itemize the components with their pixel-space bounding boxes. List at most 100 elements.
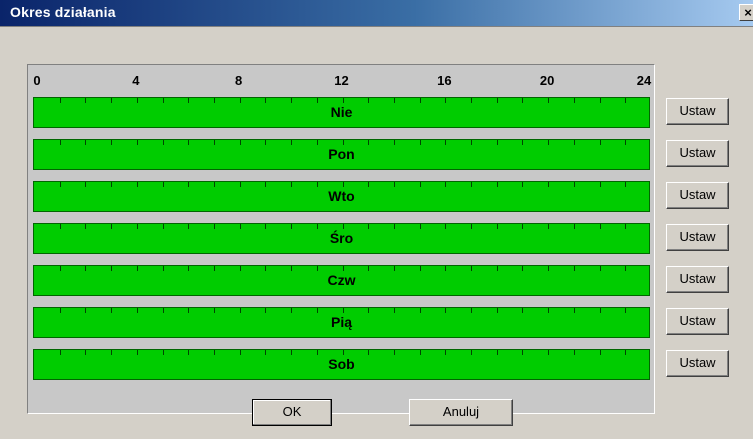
hour-tick: [419, 182, 421, 187]
hour-tick: [445, 182, 447, 187]
hour-tick: [419, 224, 421, 229]
hour-tick: [85, 350, 87, 355]
hour-tick: [573, 308, 575, 313]
hour-tick: [342, 98, 344, 103]
hour-tick: [265, 350, 267, 355]
hour-tick: [59, 350, 61, 355]
hour-tick: [522, 98, 524, 103]
day-timeline-bar[interactable]: Pon: [33, 139, 650, 170]
hour-tick: [213, 98, 215, 103]
hour-tick: [393, 308, 395, 313]
set-button[interactable]: Ustaw: [666, 140, 729, 167]
day-timeline-bar[interactable]: Czw: [33, 265, 650, 296]
hour-tick: [136, 350, 138, 355]
hour-tick: [342, 182, 344, 187]
hour-tick: [85, 224, 87, 229]
hour-tick: [471, 266, 473, 271]
hour-tick: [265, 224, 267, 229]
hour-tick: [342, 224, 344, 229]
hour-label: 8: [235, 73, 243, 88]
day-label: Pon: [328, 146, 355, 162]
hour-tick: [85, 98, 87, 103]
hour-tick: [599, 182, 601, 187]
hour-tick: [239, 98, 241, 103]
hour-tick: [111, 182, 113, 187]
hour-tick: [548, 308, 550, 313]
hour-tick: [239, 266, 241, 271]
hour-tick: [239, 308, 241, 313]
hour-tick: [445, 140, 447, 145]
hour-tick: [471, 140, 473, 145]
set-button[interactable]: Ustaw: [666, 266, 729, 293]
hour-label: 0: [33, 73, 41, 88]
hour-tick: [342, 266, 344, 271]
hour-tick: [548, 266, 550, 271]
dialog-body: 0 4 8 12 16 20 24 Nie Pon Wto Śro Czw Pią Sob Ustaw U…: [0, 27, 753, 439]
hour-tick: [213, 182, 215, 187]
hour-tick: [573, 266, 575, 271]
day-timeline-bar[interactable]: Sob: [33, 349, 650, 380]
title-bar[interactable]: Okres działania ×: [0, 0, 753, 27]
hour-tick: [393, 266, 395, 271]
hour-tick: [136, 140, 138, 145]
hour-tick: [522, 266, 524, 271]
hour-tick: [573, 224, 575, 229]
set-button[interactable]: Ustaw: [666, 182, 729, 209]
day-label: Czw: [327, 272, 356, 288]
hour-tick: [368, 266, 370, 271]
day-label: Sob: [328, 356, 355, 372]
ok-button[interactable]: OK: [252, 399, 332, 426]
set-button[interactable]: Ustaw: [666, 308, 729, 335]
hour-tick: [316, 308, 318, 313]
day-timeline-bar[interactable]: Pią: [33, 307, 650, 338]
hour-label: 4: [132, 73, 140, 88]
hour-label: 20: [539, 73, 555, 88]
hour-tick: [162, 140, 164, 145]
hour-tick: [625, 350, 627, 355]
day-timeline-bar[interactable]: Śro: [33, 223, 650, 254]
hour-tick: [342, 140, 344, 145]
day-label: Śro: [329, 230, 354, 246]
hour-tick: [471, 182, 473, 187]
hour-tick: [471, 224, 473, 229]
hour-tick: [522, 350, 524, 355]
hour-tick: [111, 140, 113, 145]
day-label: Wto: [328, 188, 355, 204]
hour-tick: [548, 350, 550, 355]
hour-tick: [625, 98, 627, 103]
hour-tick: [85, 182, 87, 187]
hour-tick: [599, 308, 601, 313]
hour-tick: [625, 224, 627, 229]
set-button[interactable]: Ustaw: [666, 350, 729, 377]
day-timeline-bar[interactable]: Wto: [33, 181, 650, 212]
day-timeline-bar[interactable]: Nie: [33, 97, 650, 128]
hour-tick: [445, 224, 447, 229]
hour-tick: [291, 350, 293, 355]
hour-tick: [213, 140, 215, 145]
hour-tick: [213, 350, 215, 355]
hour-tick: [239, 140, 241, 145]
hour-tick: [316, 350, 318, 355]
day-label: Nie: [330, 104, 353, 120]
hour-tick: [522, 182, 524, 187]
hour-tick: [522, 308, 524, 313]
hour-tick: [445, 308, 447, 313]
hour-tick: [59, 308, 61, 313]
hour-tick: [111, 350, 113, 355]
hour-tick: [496, 224, 498, 229]
hour-tick: [393, 182, 395, 187]
hour-tick: [85, 266, 87, 271]
hour-tick: [188, 266, 190, 271]
hour-tick: [111, 98, 113, 103]
set-button[interactable]: Ustaw: [666, 224, 729, 251]
hour-tick: [625, 266, 627, 271]
hour-tick: [445, 266, 447, 271]
hour-tick: [368, 350, 370, 355]
close-button[interactable]: ×: [739, 4, 753, 21]
hour-tick: [291, 266, 293, 271]
hour-tick: [265, 182, 267, 187]
set-button[interactable]: Ustaw: [666, 98, 729, 125]
hour-tick: [471, 98, 473, 103]
cancel-button[interactable]: Anuluj: [409, 399, 513, 426]
hour-label: 16: [437, 73, 452, 88]
